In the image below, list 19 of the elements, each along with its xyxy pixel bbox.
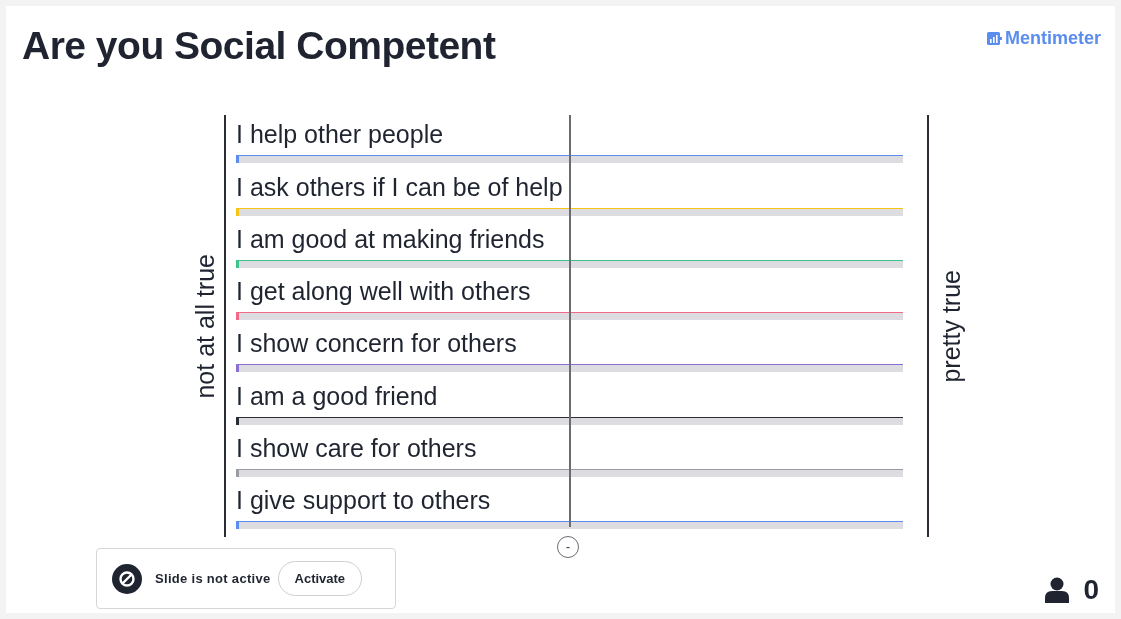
mean-marker: -: [557, 536, 579, 558]
statement-label: I help other people: [236, 119, 445, 150]
statement-label: I ask others if I can be of help: [236, 171, 564, 202]
blocked-icon: [112, 563, 142, 594]
statement-label: I am a good friend: [236, 380, 439, 411]
scale-min-label: not at all true: [190, 253, 220, 399]
statement-label: I show concern for others: [236, 328, 518, 359]
slide-title: Are you Social Competent: [22, 24, 496, 68]
status-message: Slide is not active: [155, 571, 271, 586]
statement-label: I get along well with others: [236, 276, 532, 307]
scale-max-label: pretty true: [936, 269, 966, 383]
logo-text: Mentimeter: [1004, 28, 1101, 49]
bar-chart-icon: [986, 32, 1002, 45]
statement-label: I am good at making friends: [236, 223, 546, 254]
statement-label: I show care for others: [236, 433, 478, 464]
statement-label: I give support to others: [236, 485, 492, 516]
activate-button[interactable]: Activate: [277, 561, 363, 596]
person-icon: [1045, 577, 1070, 603]
participant-count: 0: [1083, 574, 1099, 606]
